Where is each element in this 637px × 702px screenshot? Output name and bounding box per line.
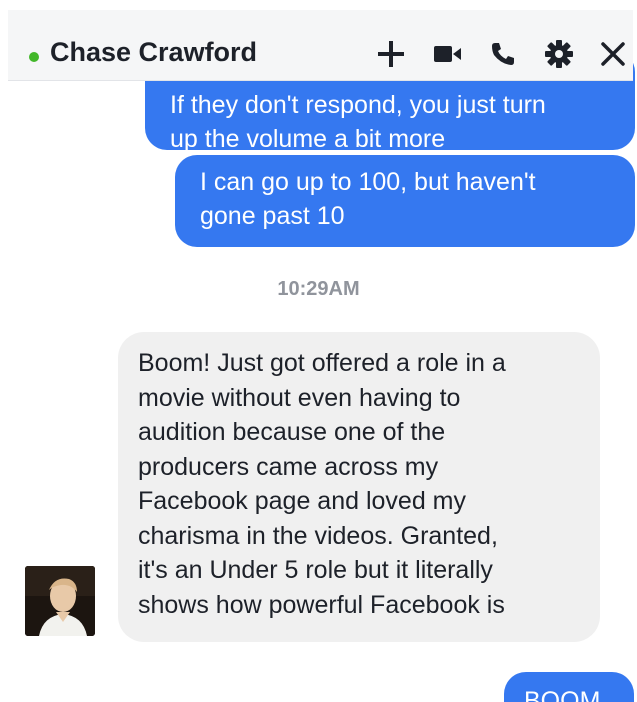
message-line: shows how powerful Facebook is — [138, 590, 505, 619]
message-line: I can go up to 100, but haven't — [200, 168, 536, 196]
close-icon[interactable] — [596, 37, 630, 71]
message-timestamp: 10:29AM — [277, 278, 360, 300]
message-line: charisma in the videos. Granted, — [138, 521, 498, 550]
video-camera-icon[interactable] — [430, 37, 464, 71]
message-line: it's an Under 5 role but it literally — [138, 556, 493, 584]
message-line: Boom! Just got offered a role in a — [138, 349, 506, 377]
avatar-photo — [25, 566, 95, 636]
message-line: Facebook page and loved my — [138, 487, 466, 515]
avatar[interactable] — [25, 566, 95, 636]
message-bubble-sent: I can go up to 100, but haven't gone pas… — [175, 155, 635, 247]
gear-icon[interactable] — [542, 37, 576, 71]
message-line: BOOM — [524, 687, 601, 702]
message-bubble-sent: BOOM — [504, 672, 634, 702]
message-line: audition because one of the — [138, 418, 446, 446]
chat-header: Chase Crawford — [8, 10, 633, 81]
message-line: up the volume a bit more — [170, 125, 446, 153]
message-line: If they don't respond, you just turn — [170, 91, 546, 119]
phone-icon[interactable] — [486, 37, 520, 71]
chat-window: If they don't respond, you just turn up … — [0, 0, 637, 702]
message-list[interactable]: If they don't respond, you just turn up … — [0, 0, 637, 702]
plus-icon[interactable] — [374, 37, 408, 71]
online-status-dot — [29, 52, 39, 62]
contact-name[interactable]: Chase Crawford — [50, 37, 257, 68]
message-line: producers came across my — [138, 452, 439, 481]
message-line: gone past 10 — [200, 202, 345, 230]
message-bubble-received: Boom! Just got offered a role in a movie… — [118, 332, 600, 642]
message-line: movie without even having to — [138, 383, 461, 412]
